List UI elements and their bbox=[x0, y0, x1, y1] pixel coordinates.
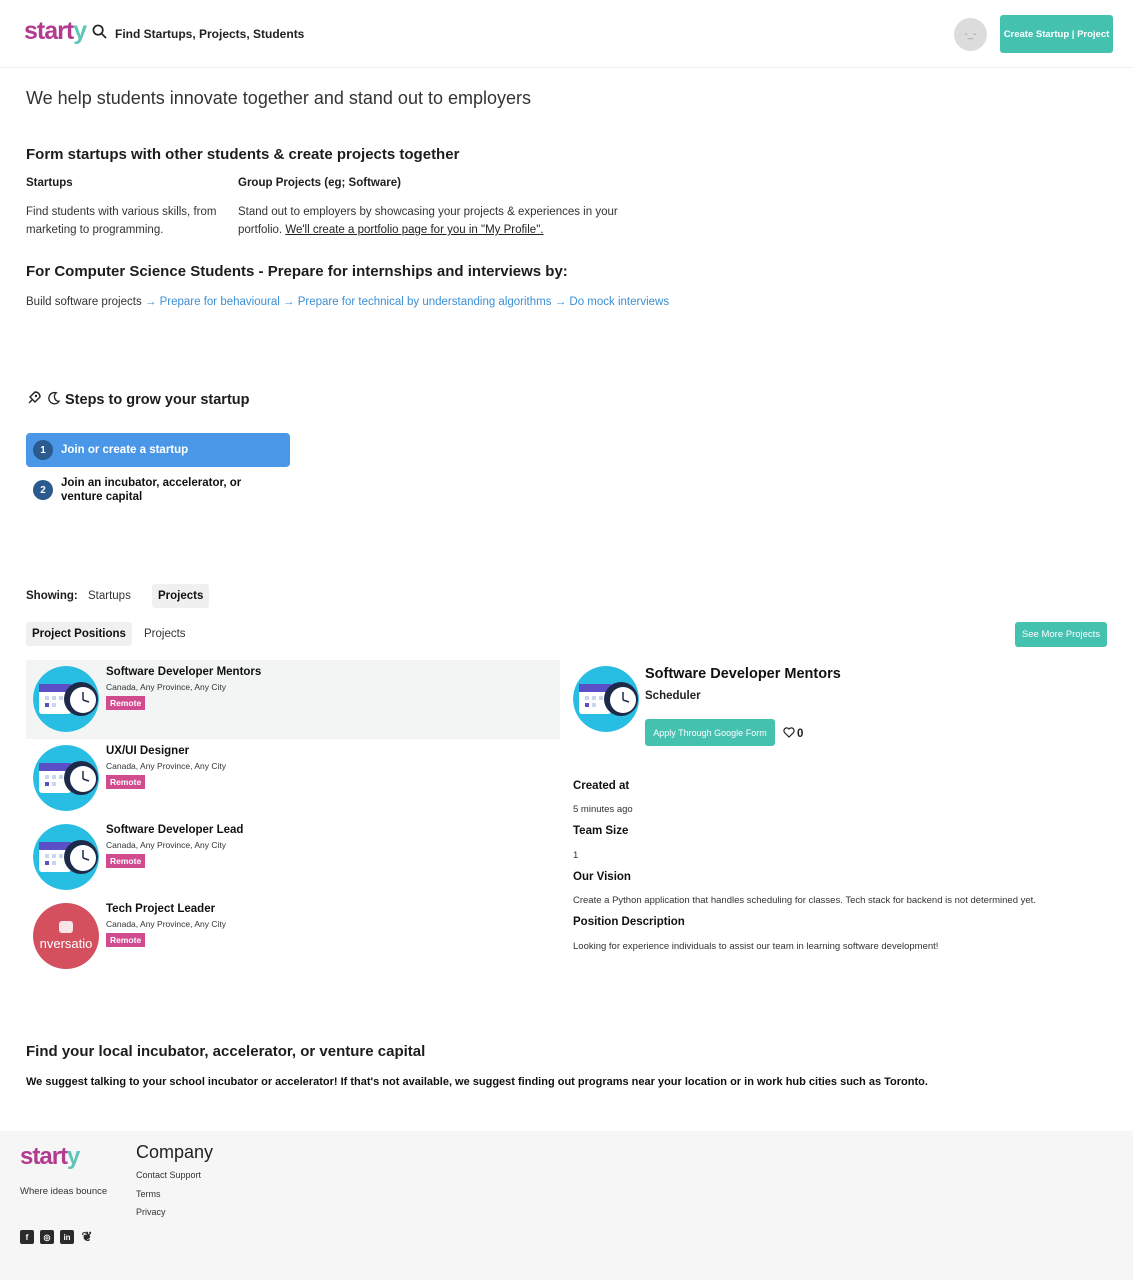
footer: starty Where ideas bounce Company Contac… bbox=[0, 1131, 1133, 1280]
tab-startups[interactable]: Startups bbox=[82, 584, 137, 608]
position-location: Canada, Any Province, Any City bbox=[106, 761, 227, 771]
conversation-thumbnail: nversatio bbox=[33, 903, 99, 969]
startups-title: Startups bbox=[26, 177, 73, 189]
footer-logo[interactable]: starty bbox=[20, 1143, 80, 1171]
position-title: Software Developer Lead bbox=[106, 824, 244, 836]
incubator-text: We suggest talking to your school incuba… bbox=[26, 1076, 928, 1088]
incubator-heading: Find your local incubator, accelerator, … bbox=[26, 1043, 426, 1060]
position-location: Canada, Any Province, Any City bbox=[106, 840, 227, 850]
step-label: Join an incubator, accelerator, or ventu… bbox=[61, 477, 242, 503]
scheduler-thumbnail bbox=[33, 824, 99, 890]
showing-label: Showing: bbox=[26, 590, 78, 602]
step-join-create-startup[interactable]: 1 Join or create a startup bbox=[26, 433, 290, 467]
list-item[interactable]: Software Developer Mentors Canada, Any P… bbox=[26, 660, 560, 739]
list-item[interactable]: Software Developer Lead Canada, Any Prov… bbox=[26, 818, 560, 897]
linkedin-icon[interactable]: in bbox=[60, 1230, 74, 1244]
footer-company-heading: Company bbox=[136, 1142, 214, 1162]
starty-logo[interactable]: starty bbox=[24, 17, 87, 46]
created-at-label: Created at bbox=[573, 780, 630, 792]
portfolio-link[interactable]: We'll create a portfolio page for you in… bbox=[285, 224, 543, 236]
like-count: 0 bbox=[797, 728, 804, 740]
prep-path: Build software projects → Prepare for be… bbox=[26, 296, 669, 308]
detail-project-name: Scheduler bbox=[645, 690, 701, 702]
detail-title: Software Developer Mentors bbox=[645, 666, 841, 682]
rocket-icon bbox=[26, 390, 42, 410]
list-item[interactable]: UX/UI Designer Canada, Any Province, Any… bbox=[26, 739, 560, 818]
position-title: UX/UI Designer bbox=[106, 745, 190, 757]
chat-bubble-icon bbox=[59, 921, 73, 933]
path-start: Build software projects bbox=[26, 296, 142, 308]
tab-projects[interactable]: Projects bbox=[152, 584, 210, 608]
remote-badge: Remote bbox=[106, 933, 146, 947]
top-bar: starty Find Startups, Projects, Students… bbox=[0, 0, 1133, 68]
facebook-icon[interactable]: f bbox=[20, 1230, 34, 1244]
search-bar[interactable]: Find Startups, Projects, Students bbox=[92, 24, 304, 44]
form-startups-heading: Form startups with other students & crea… bbox=[26, 146, 460, 163]
twitter-icon[interactable]: ❦ bbox=[80, 1229, 94, 1244]
step-number: 1 bbox=[33, 440, 53, 460]
positions-list: Software Developer Mentors Canada, Any P… bbox=[26, 660, 560, 976]
position-title: Software Developer Mentors bbox=[106, 666, 262, 678]
cs-students-heading: For Computer Science Students - Prepare … bbox=[26, 263, 568, 280]
technical-link[interactable]: → Prepare for technical by understanding… bbox=[283, 296, 551, 308]
footer-tagline: Where ideas bounce bbox=[20, 1186, 108, 1197]
position-location: Canada, Any Province, Any City bbox=[106, 919, 227, 929]
remote-badge: Remote bbox=[106, 696, 146, 710]
subtab-projects[interactable]: Projects bbox=[138, 622, 192, 646]
list-item[interactable]: nversatio Tech Project Leader Canada, An… bbox=[26, 897, 560, 976]
moon-icon bbox=[46, 391, 61, 410]
mock-interviews-link[interactable]: → Do mock interviews bbox=[555, 296, 669, 308]
remote-badge: Remote bbox=[106, 775, 146, 789]
step-number: 2 bbox=[33, 480, 53, 500]
startups-text: Find students with various skills, from … bbox=[26, 206, 217, 236]
scheduler-thumbnail bbox=[33, 666, 99, 732]
remote-badge: Remote bbox=[106, 854, 146, 868]
create-startup-project-button[interactable]: Create Startup | Project bbox=[1000, 15, 1113, 53]
step-join-incubator[interactable]: 2 Join an incubator, accelerator, or ven… bbox=[26, 476, 290, 504]
group-projects-text: Stand out to employers by showcasing you… bbox=[238, 206, 618, 236]
vision-value: Create a Python application that handles… bbox=[573, 895, 1036, 906]
position-title: Tech Project Leader bbox=[106, 903, 216, 915]
scheduler-thumbnail bbox=[33, 745, 99, 811]
apply-google-form-button[interactable]: Apply Through Google Form bbox=[645, 719, 775, 746]
privacy-link[interactable]: Privacy bbox=[136, 1207, 166, 1217]
created-at-value: 5 minutes ago bbox=[573, 804, 633, 815]
subtab-project-positions[interactable]: Project Positions bbox=[26, 622, 132, 646]
position-description-value: Looking for experience individuals to as… bbox=[573, 941, 939, 952]
behavioural-link[interactable]: → Prepare for behavioural bbox=[145, 296, 280, 308]
avatar[interactable]: -_- bbox=[954, 18, 987, 51]
steps-heading: Steps to grow your startup bbox=[26, 390, 250, 410]
search-label: Find Startups, Projects, Students bbox=[115, 27, 305, 41]
like-button[interactable]: 0 bbox=[783, 727, 803, 741]
contact-support-link[interactable]: Contact Support bbox=[136, 1170, 201, 1180]
page-tagline: We help students innovate together and s… bbox=[26, 88, 531, 108]
team-size-value: 1 bbox=[573, 850, 579, 861]
search-icon bbox=[92, 24, 107, 44]
terms-link[interactable]: Terms bbox=[136, 1189, 161, 1199]
vision-label: Our Vision bbox=[573, 871, 631, 883]
position-description-label: Position Description bbox=[573, 916, 685, 928]
scheduler-thumbnail bbox=[573, 666, 639, 732]
position-location: Canada, Any Province, Any City bbox=[106, 682, 227, 692]
see-more-projects-button[interactable]: See More Projects bbox=[1015, 622, 1107, 647]
team-size-label: Team Size bbox=[573, 825, 629, 837]
instagram-icon[interactable]: ◎ bbox=[40, 1230, 54, 1244]
group-projects-title: Group Projects (eg; Software) bbox=[238, 177, 401, 189]
social-links: f ◎ in ❦ bbox=[20, 1229, 94, 1244]
heart-icon bbox=[783, 727, 795, 741]
step-label: Join or create a startup bbox=[61, 444, 189, 456]
